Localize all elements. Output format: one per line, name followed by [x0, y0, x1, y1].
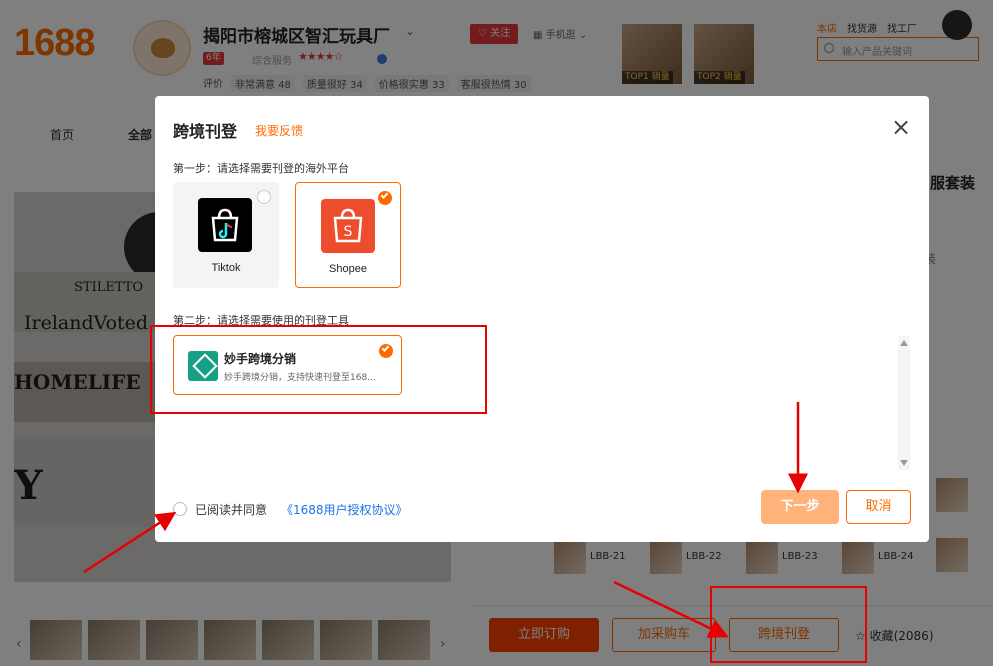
platform-option-tiktok[interactable]: Tiktok: [173, 182, 279, 288]
annotation-box-cross-border: [710, 586, 867, 663]
platform-option-shopee[interactable]: S Shopee: [295, 182, 401, 288]
step1-label: 第一步：请选择需要刊登的海外平台: [173, 162, 349, 175]
shopee-logo-svg: S: [333, 208, 363, 243]
agree-checkbox[interactable]: [173, 502, 187, 516]
cross-border-listing-dialog: 跨境刊登 我要反馈 × 第一步：请选择需要刊登的海外平台 Tiktok S Sh…: [155, 96, 929, 542]
close-icon[interactable]: ×: [891, 115, 911, 139]
platform-radio-checked[interactable]: [378, 191, 392, 205]
cancel-button[interactable]: 取消: [846, 490, 911, 524]
platform-name: Tiktok: [211, 262, 241, 274]
next-step-button[interactable]: 下一步: [761, 490, 839, 524]
agree-text: 已阅读并同意: [195, 503, 268, 517]
tiktok-logo-svg: [211, 208, 239, 242]
dialog-title: 跨境刊登: [173, 122, 238, 141]
platform-name: Shopee: [329, 263, 367, 275]
check-icon: [380, 191, 389, 199]
scroll-down-icon[interactable]: [900, 460, 908, 466]
scroll-up-icon[interactable]: [900, 340, 908, 346]
shopee-logo-icon: S: [321, 199, 375, 253]
svg-text:S: S: [344, 224, 353, 240]
annotation-box-tool: [150, 325, 487, 414]
tiktok-logo-icon: [198, 198, 252, 252]
platform-radio[interactable]: [257, 190, 271, 204]
agreement-link[interactable]: 《1688用户授权协议》: [281, 501, 408, 518]
feedback-link[interactable]: 我要反馈: [255, 122, 303, 139]
scrollbar[interactable]: [898, 336, 910, 470]
